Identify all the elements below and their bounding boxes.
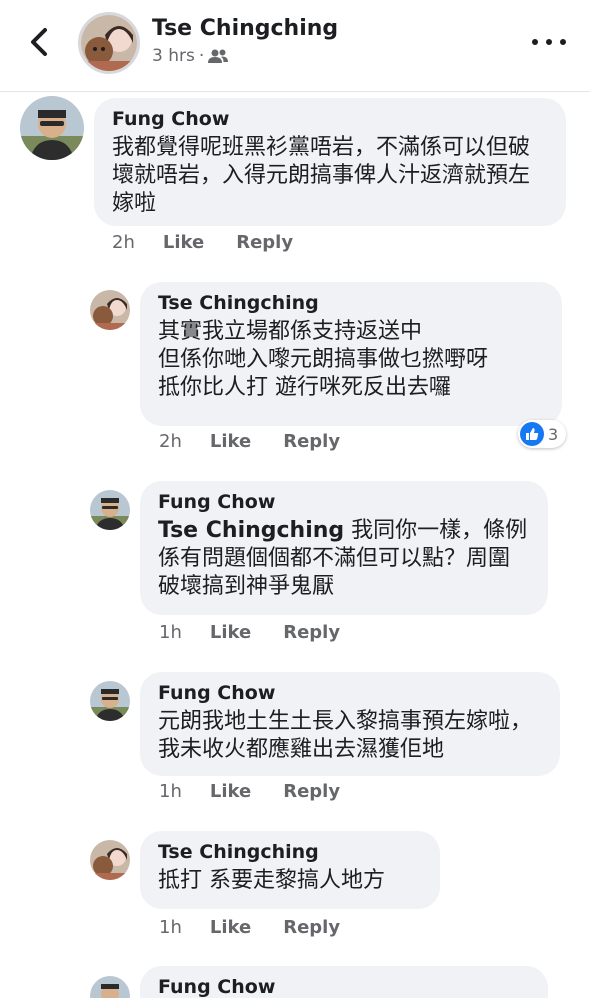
back-button[interactable] <box>24 24 54 60</box>
comment-actions: 2h Like Reply <box>112 232 293 253</box>
meta-separator: · <box>198 46 205 66</box>
reply-button[interactable]: Reply <box>283 917 340 938</box>
comment-author[interactable]: Tse Chingching <box>158 841 422 863</box>
post-time[interactable]: 3 hrs <box>152 46 195 66</box>
page-title[interactable]: Tse Chingching <box>152 16 338 41</box>
comment-time[interactable]: 1h <box>159 622 182 643</box>
more-options-button[interactable] <box>532 30 566 54</box>
like-button[interactable]: Like <box>210 622 251 643</box>
comment-time[interactable]: 2h <box>159 431 182 452</box>
post-meta: 3 hrs · <box>152 46 229 66</box>
comment-actions: 1h Like Reply <box>159 917 340 938</box>
comment-author[interactable]: Fung Chow <box>158 682 542 704</box>
reply-button[interactable]: Reply <box>283 431 340 452</box>
like-button[interactable]: Like <box>163 232 204 253</box>
comment-author[interactable]: Fung Chow <box>158 976 530 998</box>
reply-bubble[interactable]: Fung Chow 元朗我地土生土長入黎搞事預左嫁啦，我未收火都應雞出去濕獲佢地 <box>140 672 560 776</box>
more-dot <box>546 39 552 45</box>
reply-bubble[interactable]: Tse Chingching 抵打 系要走黎搞人地方 <box>140 831 440 909</box>
post-header: Tse Chingching 3 hrs · <box>0 0 590 92</box>
comment-time[interactable]: 2h <box>112 232 135 253</box>
comment-time[interactable]: 1h <box>159 917 182 938</box>
commenter-avatar[interactable] <box>90 490 130 530</box>
more-dot <box>560 39 566 45</box>
more-dot <box>532 39 538 45</box>
commenter-avatar[interactable] <box>20 96 84 160</box>
comment-author[interactable]: Fung Chow <box>158 491 530 513</box>
comment-author[interactable]: Fung Chow <box>112 108 548 130</box>
comment-actions: 2h Like Reply <box>159 431 340 452</box>
reply-button[interactable]: Reply <box>283 622 340 643</box>
comment-text: 其實我立場都係支持返送中 但係你哋入嚟元朗搞事做乜撚嘢呀 抵你比人打 遊行咪死反… <box>158 319 489 400</box>
reply-bubble[interactable]: Fung Chow <box>140 966 548 998</box>
header-avatar[interactable] <box>78 12 140 74</box>
friends-icon <box>208 49 229 63</box>
comment-actions: 1h Like Reply <box>159 781 340 802</box>
reaction-count: 3 <box>548 424 559 444</box>
comment-actions: 1h Like Reply <box>159 622 340 643</box>
comment-text: 我都覺得呢班黑衫黨唔岩，不滿係可以但破壞就唔岩，入得元朗搞事俾人汁返濟就預左嫁啦 <box>112 135 531 216</box>
comment-author[interactable]: Tse Chingching <box>158 292 544 314</box>
comment-bubble[interactable]: Fung Chow 我都覺得呢班黑衫黨唔岩，不滿係可以但破壞就唔岩，入得元朗搞事… <box>94 98 566 226</box>
comment-text: 抵打 系要走黎搞人地方 <box>158 868 385 893</box>
comment-time[interactable]: 1h <box>159 781 182 802</box>
mention-link[interactable]: Tse Chingching <box>158 518 344 543</box>
like-button[interactable]: Like <box>210 917 251 938</box>
chevron-left-icon <box>31 28 47 56</box>
reply-button[interactable]: Reply <box>283 781 340 802</box>
commenter-avatar[interactable] <box>90 840 130 880</box>
reply-button[interactable]: Reply <box>236 232 293 253</box>
like-button[interactable]: Like <box>210 431 251 452</box>
reply-bubble[interactable]: Fung Chow Tse Chingching 我同你一樣，條例係有問題個個都… <box>140 481 548 615</box>
reply-bubble[interactable]: Tse Chingching 其實我立場都係支持返送中 但係你哋入嚟元朗搞事做乜… <box>140 282 562 426</box>
thumbs-up-icon <box>520 422 544 446</box>
reaction-badge[interactable]: 3 <box>518 420 567 448</box>
comment-text: 元朗我地土生土長入黎搞事預左嫁啦，我未收火都應雞出去濕獲佢地 <box>158 709 533 762</box>
commenter-avatar[interactable] <box>90 976 130 998</box>
like-button[interactable]: Like <box>210 781 251 802</box>
commenter-avatar[interactable] <box>90 290 130 330</box>
commenter-avatar[interactable] <box>90 681 130 721</box>
comment-text: Tse Chingching 我同你一樣，條例係有問題個個都不滿但可以點？周圍破… <box>158 517 530 601</box>
